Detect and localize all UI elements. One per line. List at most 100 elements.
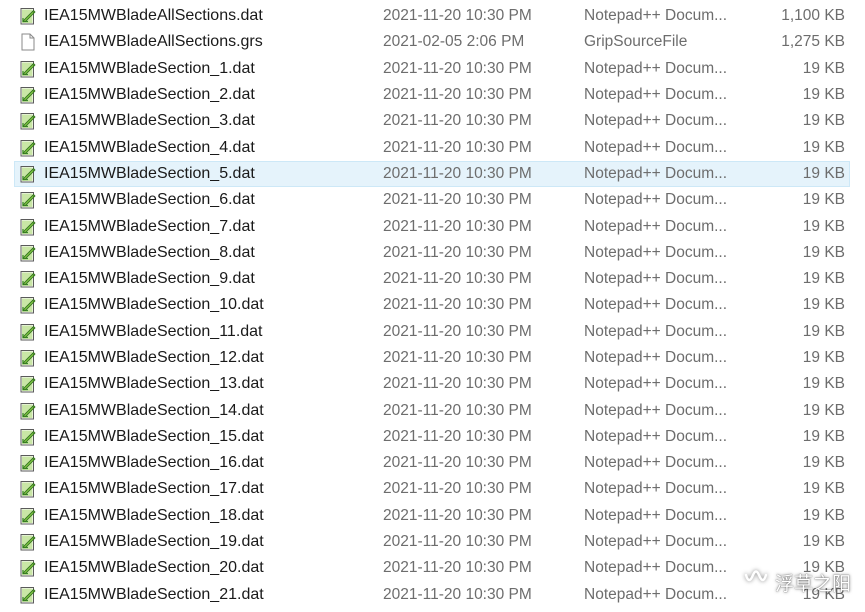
file-size: 19 KB [802,112,845,130]
file-row[interactable]: IEA15MWBladeSection_18.dat 2021-11-20 10… [0,503,865,529]
file-list: IEA15MWBladeAllSections.dat 2021-11-20 1… [0,3,865,608]
file-row[interactable]: IEA15MWBladeSection_2.dat 2021-11-20 10:… [0,82,865,108]
file-date-modified: 2021-02-05 2:06 PM [383,33,525,51]
file-name: IEA15MWBladeSection_14.dat [44,401,264,419]
file-date-modified: 2021-11-20 10:30 PM [383,375,532,393]
file-name: IEA15MWBladeSection_3.dat [44,112,255,130]
file-row[interactable]: IEA15MWBladeSection_15.dat 2021-11-20 10… [0,424,865,450]
file-date-modified: 2021-11-20 10:30 PM [383,7,532,25]
file-name: IEA15MWBladeAllSections.dat [44,7,263,25]
file-size: 19 KB [802,322,845,340]
file-size: 1,275 KB [781,33,845,51]
file-row[interactable]: IEA15MWBladeSection_12.dat 2021-11-20 10… [0,345,865,371]
notepadpp-document-icon [20,296,36,314]
file-size: 19 KB [802,270,845,288]
file-row[interactable]: IEA15MWBladeSection_17.dat 2021-11-20 10… [0,476,865,502]
file-type: Notepad++ Docum... [584,349,728,366]
notepadpp-document-icon [20,559,36,577]
file-row[interactable]: IEA15MWBladeSection_6.dat 2021-11-20 10:… [0,187,865,213]
file-row[interactable]: IEA15MWBladeSection_16.dat 2021-11-20 10… [0,450,865,476]
file-type: Notepad++ Docum... [584,559,728,577]
file-date-modified: 2021-11-20 10:30 PM [383,191,532,209]
file-size: 19 KB [802,506,845,524]
file-date-modified: 2021-11-20 10:30 PM [383,559,532,577]
file-size: 19 KB [802,217,845,235]
generic-file-icon [20,33,36,51]
file-name: IEA15MWBladeSection_9.dat [44,270,255,288]
file-date-modified: 2021-11-20 10:30 PM [383,322,532,340]
file-size: 19 KB [802,349,845,366]
notepadpp-document-icon [20,323,36,341]
file-row[interactable]: IEA15MWBladeAllSections.dat 2021-11-20 1… [0,3,865,29]
file-size: 1,100 KB [781,7,845,25]
file-row[interactable]: IEA15MWBladeSection_8.dat 2021-11-20 10:… [0,240,865,266]
notepadpp-document-icon [20,480,36,498]
file-date-modified: 2021-11-20 10:30 PM [383,480,532,498]
file-name: IEA15MWBladeSection_16.dat [44,454,264,472]
file-type: Notepad++ Docum... [584,480,728,498]
file-date-modified: 2021-11-20 10:30 PM [383,427,532,445]
file-date-modified: 2021-11-20 10:30 PM [383,296,532,314]
file-name: IEA15MWBladeSection_21.dat [44,585,264,603]
notepadpp-document-icon [20,218,36,236]
watermark-text: 浮草之阳 [774,573,851,595]
file-size: 19 KB [802,164,845,182]
file-type: Notepad++ Docum... [584,270,728,288]
file-size: 19 KB [802,59,845,77]
notepadpp-document-icon [20,375,36,393]
file-date-modified: 2021-11-20 10:30 PM [383,533,532,551]
file-date-modified: 2021-11-20 10:30 PM [383,217,532,235]
file-row[interactable]: IEA15MWBladeSection_14.dat 2021-11-20 10… [0,397,865,423]
file-type: GripSourceFile [584,33,688,51]
file-date-modified: 2021-11-20 10:30 PM [383,270,532,288]
file-row[interactable]: IEA15MWBladeSection_7.dat 2021-11-20 10:… [0,213,865,239]
notepadpp-document-icon [20,454,36,472]
file-row[interactable]: IEA15MWBladeSection_3.dat 2021-11-20 10:… [0,108,865,134]
notepadpp-document-icon [20,533,36,551]
file-row[interactable]: IEA15MWBladeSection_13.dat 2021-11-20 10… [0,371,865,397]
file-name: IEA15MWBladeSection_13.dat [44,375,264,393]
file-row[interactable]: IEA15MWBladeSection_9.dat 2021-11-20 10:… [0,266,865,292]
file-type: Notepad++ Docum... [584,375,728,393]
file-name: IEA15MWBladeSection_15.dat [44,427,264,445]
file-name: IEA15MWBladeSection_8.dat [44,243,255,261]
file-size: 19 KB [802,480,845,498]
file-name: IEA15MWBladeSection_1.dat [44,59,255,77]
file-row[interactable]: IEA15MWBladeSection_20.dat 2021-11-20 10… [0,555,865,581]
file-date-modified: 2021-11-20 10:30 PM [383,454,532,472]
notepadpp-document-icon [20,112,36,130]
file-row[interactable]: IEA15MWBladeSection_5.dat 2021-11-20 10:… [0,160,865,188]
file-date-modified: 2021-11-20 10:30 PM [383,59,532,77]
file-date-modified: 2021-11-20 10:30 PM [383,585,532,603]
file-rows: IEA15MWBladeAllSections.dat 2021-11-20 1… [0,3,865,608]
file-type: Notepad++ Docum... [584,454,728,472]
file-size: 19 KB [802,243,845,261]
file-type: Notepad++ Docum... [584,59,728,77]
file-type: Notepad++ Docum... [584,506,728,524]
notepadpp-document-icon [20,507,36,525]
file-size: 19 KB [802,138,845,156]
file-name: IEA15MWBladeSection_18.dat [44,506,264,524]
file-type: Notepad++ Docum... [584,7,728,25]
file-date-modified: 2021-11-20 10:30 PM [383,349,532,366]
file-name: IEA15MWBladeSection_4.dat [44,138,255,156]
file-name: IEA15MWBladeSection_11.dat [44,322,263,340]
file-type: Notepad++ Docum... [584,243,728,261]
file-row[interactable]: IEA15MWBladeSection_21.dat 2021-11-20 10… [0,582,865,608]
file-row[interactable]: IEA15MWBladeSection_4.dat 2021-11-20 10:… [0,134,865,160]
file-date-modified: 2021-11-20 10:30 PM [383,401,532,419]
file-row[interactable]: IEA15MWBladeSection_10.dat 2021-11-20 10… [0,292,865,318]
file-size: 19 KB [802,454,845,472]
file-date-modified: 2021-11-20 10:30 PM [383,506,532,524]
notepadpp-document-icon [20,139,36,157]
wechat-channel-icon [743,569,769,596]
file-name: IEA15MWBladeSection_7.dat [44,217,255,235]
file-row[interactable]: IEA15MWBladeSection_11.dat 2021-11-20 10… [0,319,865,345]
file-row[interactable]: IEA15MWBladeAllSections.grs 2021-02-05 2… [0,29,865,55]
file-row[interactable]: IEA15MWBladeSection_1.dat 2021-11-20 10:… [0,56,865,82]
file-date-modified: 2021-11-20 10:30 PM [383,164,532,182]
file-type: Notepad++ Docum... [584,401,728,419]
file-row[interactable]: IEA15MWBladeSection_19.dat 2021-11-20 10… [0,529,865,555]
file-name: IEA15MWBladeSection_20.dat [44,559,264,577]
file-type: Notepad++ Docum... [584,427,728,445]
